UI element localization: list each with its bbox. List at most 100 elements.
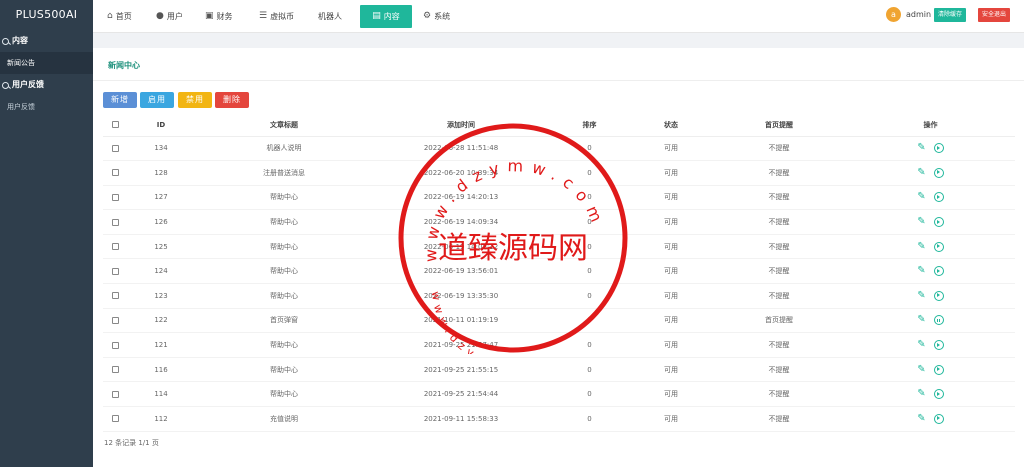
edit-icon[interactable]: ✎ bbox=[917, 266, 925, 276]
sidebar-group-label: 用户反馈 bbox=[12, 80, 44, 89]
row-checkbox[interactable] bbox=[111, 193, 119, 201]
table-row: 114 帮助中心 2021-09-25 21:54:44 0 可用 不提醒 ✎ bbox=[103, 381, 1015, 408]
edit-icon[interactable]: ✎ bbox=[917, 217, 925, 227]
nav-system[interactable]: ⚙ 系统 bbox=[417, 5, 456, 28]
nav-content[interactable]: ▤ 内容 bbox=[360, 5, 412, 28]
row-checkbox[interactable] bbox=[111, 243, 119, 251]
select[interactable] bbox=[103, 357, 127, 383]
cell-title: 帮助中心 bbox=[195, 258, 373, 285]
sidebar-group-feedback[interactable]: 用户反馈 bbox=[0, 74, 93, 96]
nav-finance[interactable]: ▣ 财务 bbox=[199, 5, 239, 28]
cell-id: 124 bbox=[127, 258, 195, 285]
row-checkbox[interactable] bbox=[111, 267, 119, 275]
edit-icon[interactable]: ✎ bbox=[917, 290, 925, 301]
row-checkbox[interactable] bbox=[111, 341, 119, 349]
table-row: 134 机器人说明 2022-06-28 11:51:48 0 可用 不提醒 ✎ bbox=[103, 136, 1015, 162]
pause-icon[interactable] bbox=[933, 315, 944, 326]
cell-status: 可用 bbox=[630, 308, 712, 334]
cell-title: 帮助中心 bbox=[195, 234, 373, 260]
play-icon[interactable] bbox=[933, 413, 944, 424]
edit-icon[interactable]: ✎ bbox=[917, 340, 925, 350]
col-header-time[interactable]: 添加时间 bbox=[373, 114, 549, 137]
select[interactable] bbox=[103, 185, 127, 211]
play-icon[interactable] bbox=[933, 364, 944, 375]
select[interactable] bbox=[103, 332, 127, 358]
edit-icon[interactable]: ✎ bbox=[917, 413, 925, 424]
cell-status: 可用 bbox=[630, 381, 712, 408]
edit-icon[interactable]: ✎ bbox=[917, 315, 925, 325]
col-header-id[interactable]: ID bbox=[127, 114, 195, 137]
row-checkbox[interactable] bbox=[111, 390, 119, 398]
play-icon[interactable] bbox=[933, 167, 944, 178]
cell-reminder: 不提醒 bbox=[712, 406, 846, 432]
sidebar-item-news[interactable]: 新闻公告 bbox=[0, 52, 93, 74]
nav-home[interactable]: ⌂ 首页 bbox=[101, 5, 138, 28]
row-checkbox[interactable] bbox=[111, 415, 119, 423]
select[interactable] bbox=[103, 308, 127, 334]
play-icon[interactable] bbox=[933, 266, 944, 277]
play-icon[interactable] bbox=[933, 241, 944, 252]
add-button[interactable]: 新增 bbox=[103, 92, 137, 108]
cell-reminder: 不提醒 bbox=[712, 283, 846, 309]
select[interactable] bbox=[103, 136, 127, 162]
cell-sort: 0 bbox=[549, 406, 630, 432]
select[interactable] bbox=[103, 258, 127, 285]
col-header-status[interactable]: 状态 bbox=[630, 114, 712, 137]
play-icon[interactable] bbox=[933, 192, 944, 203]
enable-button[interactable]: 启用 bbox=[140, 92, 174, 108]
edit-icon[interactable]: ✎ bbox=[917, 143, 925, 153]
brand-logo: PLUS500AI bbox=[15, 8, 78, 21]
nav-coin[interactable]: ☰ 虚拟币 bbox=[253, 5, 300, 28]
select[interactable] bbox=[103, 283, 127, 309]
play-icon[interactable] bbox=[933, 389, 944, 400]
table-row: 127 帮助中心 2022-06-19 14:20:13 0 可用 不提醒 ✎ bbox=[103, 185, 1015, 211]
username[interactable]: admin bbox=[906, 7, 931, 22]
play-icon[interactable] bbox=[933, 143, 944, 154]
select-all-checkbox[interactable] bbox=[111, 121, 119, 129]
cell-status: 可用 bbox=[630, 136, 712, 162]
table-row: 125 帮助中心 2022-06-19 14:05:12 0 可用 不提醒 ✎ bbox=[103, 234, 1015, 260]
row-checkbox[interactable] bbox=[111, 144, 119, 152]
edit-icon[interactable]: ✎ bbox=[917, 364, 925, 375]
play-icon[interactable] bbox=[933, 290, 944, 301]
clear-cache-button[interactable]: 清除缓存 bbox=[934, 8, 967, 22]
row-checkbox[interactable] bbox=[111, 316, 119, 324]
edit-icon[interactable]: ✎ bbox=[917, 241, 925, 252]
row-checkbox[interactable] bbox=[111, 292, 119, 300]
cell-actions: ✎ bbox=[846, 308, 1015, 334]
select[interactable] bbox=[103, 406, 127, 432]
row-checkbox[interactable] bbox=[111, 218, 119, 226]
cell-title: 帮助中心 bbox=[195, 209, 373, 235]
col-header-sort[interactable]: 排序 bbox=[549, 114, 630, 137]
edit-icon[interactable]: ✎ bbox=[917, 192, 925, 202]
cell-title: 机器人说明 bbox=[195, 136, 373, 162]
select[interactable] bbox=[103, 234, 127, 260]
select-all-header[interactable] bbox=[103, 114, 127, 137]
play-icon[interactable] bbox=[933, 340, 944, 351]
edit-icon[interactable]: ✎ bbox=[917, 167, 925, 178]
cell-id: 114 bbox=[127, 381, 195, 408]
sidebar-item-feedback[interactable]: 用户反馈 bbox=[0, 96, 93, 118]
cell-reminder: 不提醒 bbox=[712, 136, 846, 162]
select[interactable] bbox=[103, 381, 127, 408]
col-header-title[interactable]: 文章标题 bbox=[195, 114, 373, 137]
logout-button[interactable]: 安全退出 bbox=[978, 8, 1011, 22]
cell-sort: 0 bbox=[549, 283, 630, 309]
cell-sort: 0 bbox=[549, 258, 630, 285]
sidebar-group-content[interactable]: 内容 bbox=[0, 30, 93, 52]
delete-button[interactable]: 删除 bbox=[215, 92, 249, 108]
nav-robot[interactable]: 机器人 bbox=[312, 5, 348, 28]
disable-button[interactable]: 禁用 bbox=[178, 92, 212, 108]
play-icon[interactable] bbox=[933, 217, 944, 228]
col-header-reminder[interactable]: 首页提醒 bbox=[712, 114, 846, 137]
row-checkbox[interactable] bbox=[111, 366, 119, 374]
nav-user[interactable]: ● 用户 bbox=[150, 5, 189, 28]
avatar[interactable]: a bbox=[886, 7, 901, 22]
select[interactable] bbox=[103, 160, 127, 186]
row-checkbox[interactable] bbox=[111, 169, 119, 177]
cell-reminder: 不提醒 bbox=[712, 209, 846, 235]
edit-icon[interactable]: ✎ bbox=[917, 389, 925, 399]
select[interactable] bbox=[103, 209, 127, 235]
table-row: 116 帮助中心 2021-09-25 21:55:15 0 可用 不提醒 ✎ bbox=[103, 357, 1015, 383]
nav-label: 财务 bbox=[216, 12, 233, 21]
